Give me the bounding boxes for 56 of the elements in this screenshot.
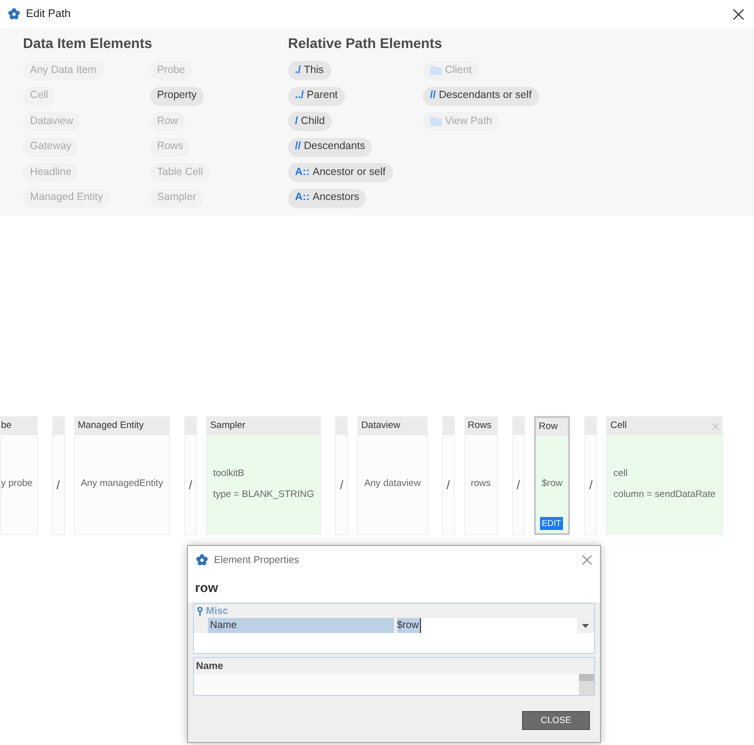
property-name[interactable]: Name xyxy=(208,618,394,633)
card-text: Any managedEntity xyxy=(80,477,164,492)
element-heading: row xyxy=(195,579,218,598)
path-element-card[interactable]: be y probe xyxy=(0,416,38,535)
card-text: rows xyxy=(470,477,491,492)
card-text: column = sendDataRate xyxy=(613,488,716,502)
window-title: Edit Path xyxy=(26,6,71,22)
card-header: Cell xyxy=(610,418,627,433)
card-header: be xyxy=(1,418,12,433)
app-logo-icon xyxy=(8,8,20,20)
card-text: cell xyxy=(613,467,629,482)
path-separator: / xyxy=(589,476,593,494)
card-text: type = BLANK_STRING xyxy=(213,488,314,502)
path-separator: / xyxy=(56,476,60,494)
dropdown-caret-icon[interactable] xyxy=(582,624,589,628)
property-value-field[interactable]: $row xyxy=(397,618,577,633)
card-header: Sampler xyxy=(210,418,246,433)
path-element-card[interactable]: Rows rows xyxy=(464,416,498,535)
card-header: Managed Entity xyxy=(78,418,144,433)
dialog-title: Element Properties xyxy=(214,554,300,568)
element-chip[interactable]: ../ Parent xyxy=(288,86,345,106)
card-header: Row xyxy=(538,420,558,434)
element-chip[interactable]: / Child xyxy=(288,112,332,131)
card-text: $row xyxy=(542,477,562,492)
close-button[interactable]: CLOSE xyxy=(522,711,590,730)
app-logo-icon xyxy=(196,554,208,566)
card-text: y probe xyxy=(1,477,33,492)
category-label: Misc xyxy=(206,604,228,618)
edit-button[interactable]: EDIT xyxy=(540,517,564,530)
card-header: Rows xyxy=(468,418,492,433)
card-text: Any dataview xyxy=(364,477,421,492)
path-element-card[interactable]: Sampler toolkitB type = BLANK_STRING xyxy=(206,416,322,535)
section-title: Data Item Elements xyxy=(23,34,154,53)
path-element-card[interactable]: Managed Entity Any managedEntity xyxy=(74,416,170,535)
element-chip[interactable]: A:: Ancestor or self xyxy=(288,163,393,182)
element-chip[interactable]: A:: Ancestors xyxy=(288,188,366,208)
path-separator: / xyxy=(446,476,450,494)
path-element-card[interactable]: Row $row EDIT xyxy=(534,416,570,535)
element-chip[interactable]: // Descendants xyxy=(288,138,372,156)
section-title: Relative Path Elements xyxy=(288,34,444,53)
path-separator: / xyxy=(516,476,520,494)
path-element-card[interactable]: Dataview Any dataview xyxy=(357,416,428,535)
pin-icon xyxy=(197,606,203,616)
element-chip[interactable]: // Descendants or self xyxy=(423,86,539,106)
folder-icon xyxy=(430,117,442,126)
path-separator: / xyxy=(188,476,192,494)
element-chip[interactable]: Property xyxy=(150,86,204,106)
scrollbar[interactable] xyxy=(579,674,594,695)
path-separator: / xyxy=(340,476,344,494)
close-icon[interactable] xyxy=(733,8,744,20)
description-title: Name xyxy=(196,660,224,674)
element-chip[interactable]: ./ This xyxy=(288,61,331,80)
card-text: toolkitB xyxy=(213,467,246,482)
card-header: Dataview xyxy=(361,418,400,433)
path-element-card[interactable]: Cell cell column = sendDataRate xyxy=(606,416,723,535)
folder-icon xyxy=(430,66,442,75)
